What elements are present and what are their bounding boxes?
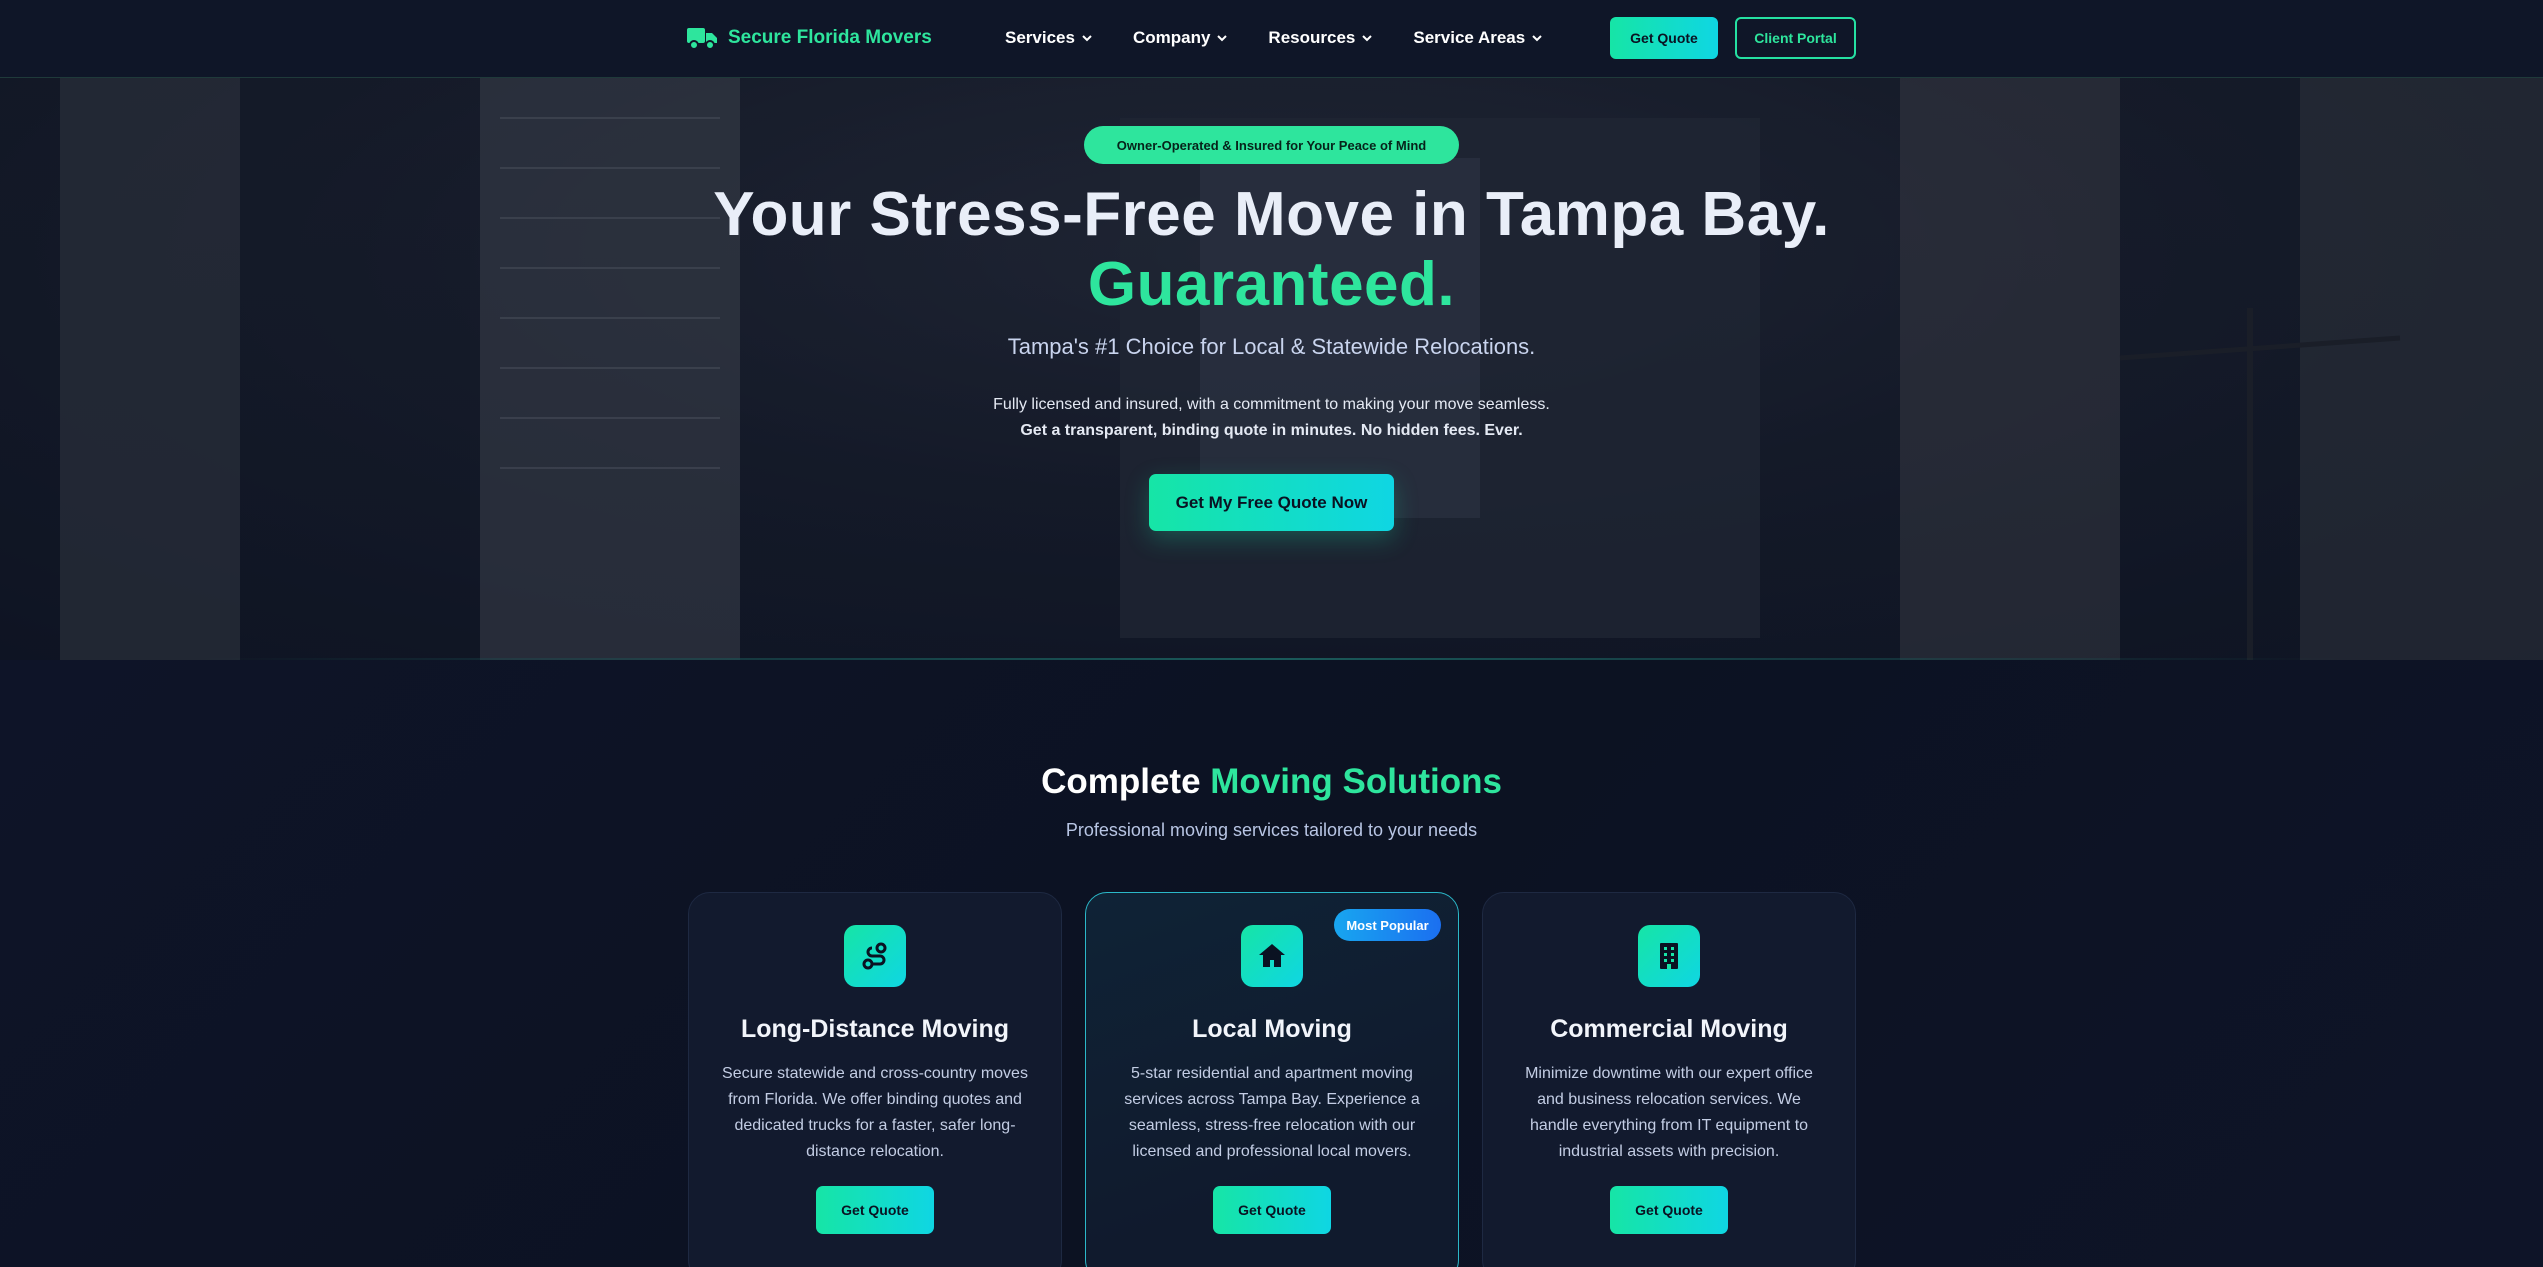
chevron-down-icon (1532, 35, 1542, 42)
nav-services[interactable]: Services (1005, 28, 1093, 48)
service-card-title: Long-Distance Moving (740, 1015, 1010, 1043)
services-title-main: Complete (1041, 762, 1201, 801)
home-icon (1259, 944, 1285, 967)
main-nav: Services Company Resources Service Areas (1005, 22, 1543, 54)
services-section: Complete Moving Solutions Professional m… (0, 660, 2543, 1267)
get-quote-button[interactable]: Get Quote (1610, 17, 1718, 59)
navbar: Secure Florida Movers Services Company R… (0, 0, 2543, 78)
service-card-quote-button[interactable]: Get Quote (1610, 1186, 1728, 1234)
hero-description: Fully licensed and insured, with a commi… (0, 392, 2543, 444)
route-icon (862, 942, 887, 970)
hero-subtitle: Tampa's #1 Choice for Local & Statewide … (1007, 334, 1536, 359)
most-popular-badge: Most Popular (1334, 909, 1441, 941)
nav-service-areas[interactable]: Service Areas (1413, 28, 1543, 48)
hero-description-strong: Get a transparent, binding quote in minu… (1020, 422, 1523, 439)
hero-badge: Owner-Operated & Insured for Your Peace … (1084, 126, 1459, 164)
brand-name: Secure Florida Movers (728, 27, 932, 48)
free-quote-button[interactable]: Get My Free Quote Now (1149, 474, 1394, 531)
chevron-down-icon (1217, 35, 1228, 42)
hero-title-main: Your Stress-Free Move in Tampa Bay. (713, 180, 1830, 249)
service-icon-box (1638, 925, 1700, 987)
hero-background-image (60, 78, 2543, 660)
nav-services-label: Services (1005, 28, 1075, 47)
service-card-quote-button[interactable]: Get Quote (816, 1186, 934, 1234)
service-card-local: Most Popular Local Moving 5-star residen… (1085, 892, 1459, 1267)
hero-description-text: Fully licensed and insured, with a commi… (993, 396, 1550, 413)
services-title-accent: Moving Solutions (1210, 762, 1502, 801)
chevron-down-icon (1082, 35, 1092, 42)
services-subtitle: Professional moving services tailored to… (1065, 820, 1478, 840)
brand-logo[interactable]: Secure Florida Movers (686, 22, 932, 54)
hero-title: Your Stress-Free Move in Tampa Bay. Guar… (0, 180, 2543, 320)
truck-icon (687, 28, 717, 50)
nav-company-label: Company (1132, 28, 1211, 47)
service-card-description: Secure statewide and cross-country moves… (722, 1065, 1028, 1160)
service-card-description: Minimize downtime with our expert office… (1525, 1065, 1813, 1160)
nav-actions: Get Quote Client Portal (1610, 17, 1856, 59)
service-card-description: 5-star residential and apartment moving … (1124, 1065, 1420, 1160)
client-portal-button[interactable]: Client Portal (1735, 17, 1856, 59)
hero-section: Owner-Operated & Insured for Your Peace … (0, 78, 2543, 660)
chevron-down-icon (1362, 35, 1373, 42)
hero-title-accent: Guaranteed. (1087, 250, 1456, 319)
nav-company[interactable]: Company (1133, 28, 1228, 48)
service-card-quote-button[interactable]: Get Quote (1213, 1186, 1331, 1234)
nav-resources[interactable]: Resources (1268, 28, 1373, 48)
service-card-title: Local Moving (1192, 1015, 1352, 1043)
building-icon (1660, 943, 1678, 969)
service-icon-box (844, 925, 906, 987)
nav-resources-label: Resources (1268, 28, 1356, 47)
services-title: Complete Moving Solutions (0, 762, 2543, 802)
service-icon-box (1241, 925, 1303, 987)
service-card-commercial: Commercial Moving Minimize downtime with… (1482, 892, 1856, 1267)
service-card-title: Commercial Moving (1550, 1015, 1788, 1043)
nav-service-areas-label: Service Areas (1413, 28, 1526, 47)
service-card-long-distance: Long-Distance Moving Secure statewide an… (688, 892, 1062, 1267)
